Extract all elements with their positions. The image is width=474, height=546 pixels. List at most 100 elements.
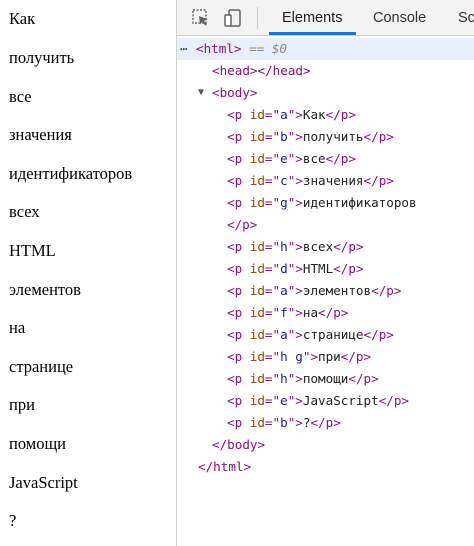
dom-node-p[interactable]: <p id="b">получить</p> [177,126,474,148]
dom-node-p[interactable]: <p id="h">помощи</p> [177,368,474,390]
devtools-toolbar: Elements Console Sc [177,0,474,36]
p-text: при [318,349,341,364]
p-text: получить [302,129,364,144]
collapse-triangle-icon[interactable]: ▼ [198,82,204,104]
tab-elements[interactable]: Elements [282,0,342,35]
device-toolbar-icon[interactable] [223,8,243,28]
p-close-tag: </p> [340,349,372,364]
p-open-tag-end: "> [287,393,303,408]
p-open-tag: <p [227,173,250,188]
dom-node-html-close[interactable]: </html> [177,456,474,478]
dom-node-p[interactable]: <p id="e">JavaScript</p> [177,390,474,412]
p-attr-eq: =" [264,107,281,122]
p-attr-name: id [249,129,265,144]
tab-console[interactable]: Console [373,0,426,35]
page-text-line: всех [9,202,40,221]
page-text-line: ? [9,511,17,530]
p-open-tag: <p [227,305,250,320]
dom-node-p[interactable]: <p id="f">на</p> [177,302,474,324]
p-text: помощи [302,371,349,386]
p-open-tag: <p [227,261,250,276]
dom-node-html[interactable]: ⋯ <html> == $0 [177,38,474,60]
p-attr-value: g [280,195,288,210]
p-attr-name: id [249,239,265,254]
rendered-page: Как получить все значения идентификаторо… [0,0,176,546]
p-close-tag: </p> [325,107,356,122]
page-text-line: HTML [9,241,56,260]
p-attr-value: d [280,261,288,276]
p-open-tag: <p [227,371,250,386]
p-attr-value: a [280,107,288,122]
p-open-tag-end: "> [287,195,303,210]
p-close-tag: </p> [318,305,349,320]
page-text-line: JavaScript [9,473,78,492]
dom-node-p[interactable]: <p id="h">всех</p> [177,236,474,258]
p-attr-name: id [249,327,265,342]
p-attr-name: id [249,261,265,276]
dom-node-p[interactable]: <p id="g">идентификаторов [177,192,474,214]
dom-node-p[interactable]: <p id="c">значения</p> [177,170,474,192]
page-text-line: помощи [9,434,66,453]
p-text: все [302,151,326,166]
p-attr-name: id [249,173,265,188]
p-open-tag: <p [227,107,250,122]
p-attr-name: id [249,283,265,298]
p-attr-eq: =" [264,371,281,386]
p-attr-eq: =" [264,305,281,320]
p-open-tag-end: "> [287,305,303,320]
p-close-tag: </p> [227,217,258,232]
p-attr-eq: =" [264,283,281,298]
p-open-tag: <p [227,283,250,298]
p-close-tag: </p> [325,151,356,166]
dom-node-p[interactable]: <p id="e">все</p> [177,148,474,170]
tab-sources[interactable]: Sc [458,0,474,35]
p-close-tag: </p> [348,371,379,386]
p-open-tag-end: "> [287,327,303,342]
devtools-panel: Elements Console Sc ⋯ <html> == $0 <head… [177,0,474,546]
inspect-element-icon[interactable] [191,8,211,28]
p-text: элементов [302,283,372,298]
page-text-line: идентификаторов [9,164,133,183]
p-attr-eq: =" [264,415,281,430]
ellipsis-icon[interactable]: ⋯ [180,38,188,60]
dom-node-p[interactable]: <p id="d">HTML</p> [177,258,474,280]
p-attr-name: id [249,393,265,408]
p-text: Как [302,107,326,122]
p-attr-name: id [249,415,265,430]
p-open-tag-end: "> [287,151,303,166]
p-attr-name: id [249,107,265,122]
p-attr-name: id [249,195,265,210]
p-open-tag-end: "> [287,173,303,188]
p-text: на [302,305,319,320]
p-open-tag: <p [227,239,250,254]
active-tab-indicator [269,32,356,35]
p-open-tag-end: "> [302,349,319,364]
dom-node-head[interactable]: <head></head> [177,60,474,82]
page-text-line: при [9,395,35,414]
p-attr-value: a [280,327,288,342]
dom-node-p[interactable]: <p id="b">?</p> [177,412,474,434]
p-text: идентификаторов [302,195,417,210]
p-close-tag: </p> [310,415,341,430]
dom-node-p[interactable]: <p id="h g">при</p> [177,346,474,368]
dom-node-p[interactable]: <p id="a">странице</p> [177,324,474,346]
selected-node-label: == $0 [249,41,288,56]
dom-node-p[interactable]: <p id="a">Как</p> [177,104,474,126]
p-close-tag: </p> [378,393,410,408]
p-text: HTML [302,261,334,276]
page-text-line: получить [9,48,75,67]
p-attr-value: e [280,393,288,408]
dom-node-p[interactable]: <p id="a">элементов</p> [177,280,474,302]
p-close-tag: </p> [363,129,394,144]
page-text-line: на [9,318,26,337]
p-attr-eq: =" [264,195,281,210]
p-attr-eq: =" [264,239,281,254]
p-attr-value: h [280,239,288,254]
p-open-tag-end: "> [287,261,303,276]
p-open-tag: <p [227,151,250,166]
p-attr-eq: =" [264,393,281,408]
dom-node-body[interactable]: ▼ <body> [177,82,474,104]
p-attr-name: id [249,349,265,364]
dom-node-body-close[interactable]: </body> [177,434,474,456]
page-text-line: элементов [9,280,81,299]
